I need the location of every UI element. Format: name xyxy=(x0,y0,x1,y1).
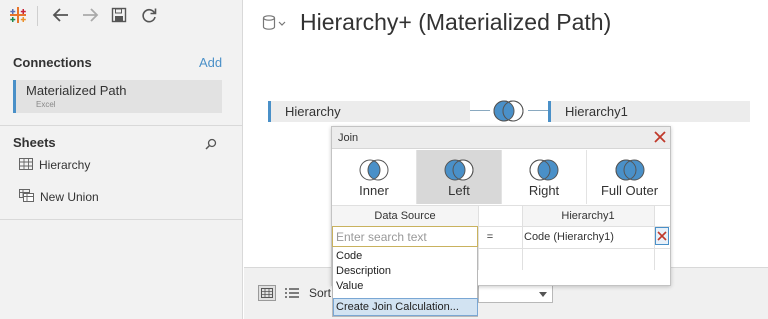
grid-divider xyxy=(478,206,479,270)
right-join-venn-icon xyxy=(529,159,559,181)
join-type-full-outer[interactable]: Full Outer xyxy=(587,150,672,204)
toolbar-divider xyxy=(37,6,38,26)
join-type-inner[interactable]: Inner xyxy=(332,150,417,204)
sheet-label: New Union xyxy=(40,190,99,204)
refresh-icon[interactable] xyxy=(139,5,159,25)
save-icon[interactable] xyxy=(109,5,129,25)
join-connector xyxy=(470,110,490,111)
left-join-venn-icon[interactable] xyxy=(489,99,529,128)
sheets-title: Sheets xyxy=(13,135,56,150)
field-option-description[interactable]: Description xyxy=(336,265,391,277)
join-type-label: Full Outer xyxy=(600,183,659,198)
data-source-icon[interactable] xyxy=(262,15,286,36)
join-type-label: Left xyxy=(448,183,470,198)
connections-title: Connections xyxy=(13,55,92,70)
toolbar xyxy=(0,0,243,32)
right-join-field[interactable]: Code (Hierarchy1) xyxy=(524,226,654,248)
field-dropdown-list: Code Description Value Create Join Calcu… xyxy=(332,247,478,317)
column-header-hierarchy1: Hierarchy1 xyxy=(522,206,654,226)
left-table-pill[interactable]: Hierarchy xyxy=(268,101,470,122)
sidebar-divider xyxy=(0,125,243,126)
join-dialog-title: Join xyxy=(338,132,359,144)
union-icon xyxy=(19,189,34,205)
connection-name: Materialized Path xyxy=(26,83,127,98)
add-connection-link[interactable]: Add xyxy=(199,55,222,70)
chevron-down-icon xyxy=(539,284,547,302)
field-option-value[interactable]: Value xyxy=(336,280,363,292)
join-type-left[interactable]: Left xyxy=(417,150,502,204)
forward-arrow-icon[interactable] xyxy=(80,5,100,25)
sidebar-divider xyxy=(0,219,243,220)
sort-dropdown[interactable] xyxy=(478,283,553,303)
search-icon[interactable] xyxy=(205,137,217,155)
remove-clause-button[interactable] xyxy=(655,227,669,245)
grid-view-icon[interactable] xyxy=(258,285,276,301)
create-join-calculation-option[interactable]: Create Join Calculation... xyxy=(333,298,478,316)
field-option-code[interactable]: Code xyxy=(336,250,362,262)
full-outer-join-venn-icon xyxy=(615,159,644,181)
join-type-label: Inner xyxy=(359,183,389,198)
close-icon xyxy=(657,231,667,241)
back-arrow-icon[interactable] xyxy=(51,5,71,25)
join-type-label: Right xyxy=(528,183,560,198)
sheet-item-hierarchy[interactable]: Hierarchy xyxy=(19,155,90,175)
right-table-pill[interactable]: Hierarchy1 xyxy=(548,101,750,122)
table-icon xyxy=(19,157,33,173)
tableau-logo-icon[interactable] xyxy=(8,5,28,25)
left-join-venn-icon xyxy=(444,159,474,181)
join-type-right[interactable]: Right xyxy=(502,150,587,204)
column-header-data-source: Data Source xyxy=(332,206,478,226)
list-view-icon[interactable] xyxy=(283,285,301,301)
sheet-label: Hierarchy xyxy=(39,158,91,172)
sort-label: Sort xyxy=(309,286,332,300)
connection-item[interactable]: Materialized Path Excel xyxy=(13,80,222,113)
connection-type: Excel xyxy=(36,100,56,109)
grid-divider xyxy=(522,206,523,270)
page-title[interactable]: Hierarchy+ (Materialized Path) xyxy=(300,9,611,36)
join-dialog-header: Join xyxy=(332,127,670,149)
close-icon[interactable] xyxy=(653,130,667,144)
join-connector xyxy=(528,110,548,111)
field-search-input[interactable] xyxy=(332,226,478,247)
join-operator[interactable]: = xyxy=(483,226,497,248)
sheet-item-new-union[interactable]: New Union xyxy=(19,187,99,207)
inner-join-venn-icon xyxy=(359,159,389,181)
sidebar: Connections Add Materialized Path Excel … xyxy=(0,0,243,319)
